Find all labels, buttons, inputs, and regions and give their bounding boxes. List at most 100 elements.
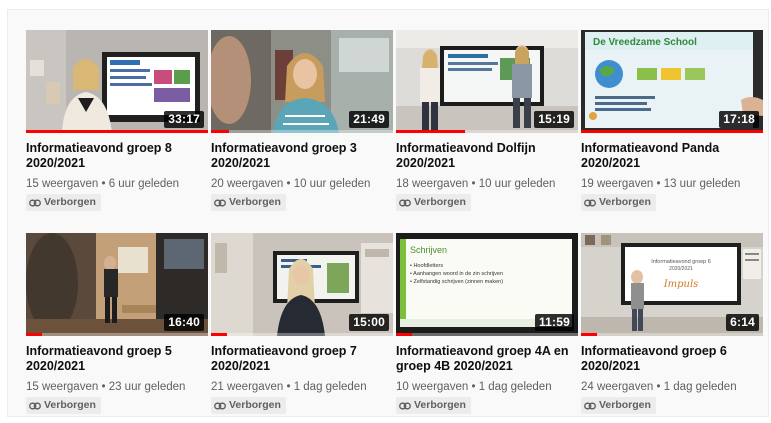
link-icon — [584, 199, 596, 207]
link-icon — [29, 199, 41, 207]
video-card[interactable]: 33:17 Informatieavond groep 8 2020/2021 … — [26, 30, 209, 220]
duration-badge: 33:17 — [164, 111, 204, 128]
video-title[interactable]: Informatieavond groep 6 2020/2021 — [581, 344, 759, 374]
video-title-line: 2020/2021 — [581, 359, 641, 373]
video-title[interactable]: Informatieavond Dolfijn 2020/2021 — [396, 141, 574, 171]
watch-progress-bar — [211, 130, 393, 133]
meta-separator: • — [101, 381, 109, 393]
video-card[interactable]: 21:49 Informatieavond groep 3 2020/2021 … — [211, 30, 394, 220]
watch-progress-bar — [211, 333, 393, 336]
view-count: 24 weergaven — [581, 381, 654, 393]
video-meta: 10 weergaven • 1 dag geleden — [396, 381, 579, 393]
video-title-line: 2020/2021 — [26, 359, 86, 373]
duration-badge: 16:40 — [164, 314, 204, 331]
visibility-label: Verborgen — [414, 196, 466, 208]
duration-badge: 21:49 — [349, 111, 389, 128]
slide-line-text: 2020/2021 — [669, 266, 693, 272]
meta-separator: • — [656, 178, 664, 190]
watch-progress-fill — [396, 130, 466, 133]
video-thumbnail[interactable]: 15:00 — [211, 233, 393, 336]
video-thumbnail[interactable]: De Vreedzame School 17:18 — [581, 30, 763, 133]
video-card[interactable]: 15:19 Informatieavond Dolfijn 2020/2021 … — [396, 30, 579, 220]
upload-age: 13 uur geleden — [663, 178, 741, 190]
video-title-line: Informatieavond Dolfijn — [396, 141, 536, 155]
view-count: 15 weergaven — [26, 178, 99, 190]
link-icon — [214, 199, 226, 207]
video-thumbnail[interactable]: 15:19 — [396, 30, 578, 133]
visibility-label: Verborgen — [44, 399, 96, 411]
meta-separator: • — [286, 381, 294, 393]
watch-progress-fill — [581, 130, 763, 133]
meta-separator: • — [101, 178, 109, 190]
video-title-line: Informatieavond groep 6 — [581, 344, 727, 358]
video-thumbnail[interactable]: Informatieavond groep 6 2020/2021 Impuls… — [581, 233, 763, 336]
video-title[interactable]: Informatieavond groep 8 2020/2021 — [26, 141, 204, 171]
visibility-label: Verborgen — [229, 399, 281, 411]
view-count: 18 weergaven — [396, 178, 469, 190]
visibility-badge: Verborgen — [581, 194, 656, 211]
link-icon — [29, 402, 41, 410]
video-title[interactable]: Informatieavond groep 7 2020/2021 — [211, 344, 389, 374]
watch-progress-bar — [26, 333, 208, 336]
watch-progress-bar — [581, 130, 763, 133]
video-meta: 20 weergaven • 10 uur geleden — [211, 178, 394, 190]
video-title-line: Informatieavond Panda — [581, 141, 720, 155]
video-meta: 15 weergaven • 6 uur geleden — [26, 178, 209, 190]
view-count: 21 weergaven — [211, 381, 284, 393]
duration-badge: 17:18 — [719, 111, 759, 128]
meta-separator: • — [656, 381, 664, 393]
video-card[interactable]: 16:40 Informatieavond groep 5 2020/2021 … — [26, 233, 209, 423]
link-icon — [399, 402, 411, 410]
watch-progress-fill — [581, 333, 598, 336]
video-thumbnail[interactable]: 33:17 — [26, 30, 208, 133]
video-card[interactable]: Informatieavond groep 6 2020/2021 Impuls… — [581, 233, 764, 423]
visibility-badge: Verborgen — [396, 397, 471, 414]
upload-age: 10 uur geleden — [293, 178, 371, 190]
upload-age: 6 uur geleden — [108, 178, 180, 190]
video-title-line: 2020/2021 — [211, 359, 271, 373]
view-count: 20 weergaven — [211, 178, 284, 190]
view-count: 10 weergaven — [396, 381, 469, 393]
video-title-line: groep 4B 2020/2021 — [396, 359, 513, 373]
watch-progress-bar — [396, 333, 578, 336]
video-title[interactable]: Informatieavond Panda 2020/2021 — [581, 141, 759, 171]
video-title-line: Informatieavond groep 8 — [26, 141, 172, 155]
slide-bullet-text: • Aanhangen woord in de zin schrijven — [410, 271, 503, 277]
video-grid-panel: 33:17 Informatieavond groep 8 2020/2021 … — [7, 9, 769, 417]
upload-age: 1 dag geleden — [478, 381, 552, 393]
video-thumbnail[interactable]: Schrijven • Hoofdletters • Aanhangen woo… — [396, 233, 578, 336]
video-thumbnail[interactable]: 16:40 — [26, 233, 208, 336]
slide-heading-text: Schrijven — [410, 245, 447, 255]
video-thumbnail[interactable]: 21:49 — [211, 30, 393, 133]
watch-progress-bar — [396, 130, 578, 133]
video-title[interactable]: Informatieavond groep 3 2020/2021 — [211, 141, 389, 171]
video-card[interactable]: De Vreedzame School 17:18 Informatieavon… — [581, 30, 764, 220]
upload-age: 1 dag geleden — [663, 381, 737, 393]
watch-progress-fill — [396, 333, 413, 336]
video-meta: 24 weergaven • 1 dag geleden — [581, 381, 764, 393]
video-title[interactable]: Informatieavond groep 4A en groep 4B 202… — [396, 344, 574, 374]
watch-progress-fill — [211, 333, 228, 336]
link-icon — [399, 199, 411, 207]
watch-progress-bar — [581, 333, 763, 336]
view-count: 15 weergaven — [26, 381, 99, 393]
slide-heading-text: De Vreedzame School — [593, 37, 697, 48]
video-meta: 19 weergaven • 13 uur geleden — [581, 178, 764, 190]
video-card[interactable]: 15:00 Informatieavond groep 7 2020/2021 … — [211, 233, 394, 423]
meta-separator: • — [471, 381, 479, 393]
video-title-line: 2020/2021 — [396, 156, 456, 170]
video-title-line: 2020/2021 — [26, 156, 86, 170]
video-title[interactable]: Informatieavond groep 5 2020/2021 — [26, 344, 204, 374]
slide-bullet-text: • Hoofdletters — [410, 263, 443, 269]
video-grid: 33:17 Informatieavond groep 8 2020/2021 … — [8, 10, 768, 416]
video-title-line: 2020/2021 — [581, 156, 641, 170]
slide-bullet-text: • Zelfstandig schrijven (zinnen maken) — [410, 279, 503, 285]
visibility-label: Verborgen — [414, 399, 466, 411]
visibility-badge: Verborgen — [396, 194, 471, 211]
visibility-badge: Verborgen — [581, 397, 656, 414]
video-card[interactable]: Schrijven • Hoofdletters • Aanhangen woo… — [396, 233, 579, 423]
visibility-label: Verborgen — [44, 196, 96, 208]
watch-progress-fill — [211, 130, 230, 133]
visibility-label: Verborgen — [599, 399, 651, 411]
link-icon — [584, 402, 596, 410]
